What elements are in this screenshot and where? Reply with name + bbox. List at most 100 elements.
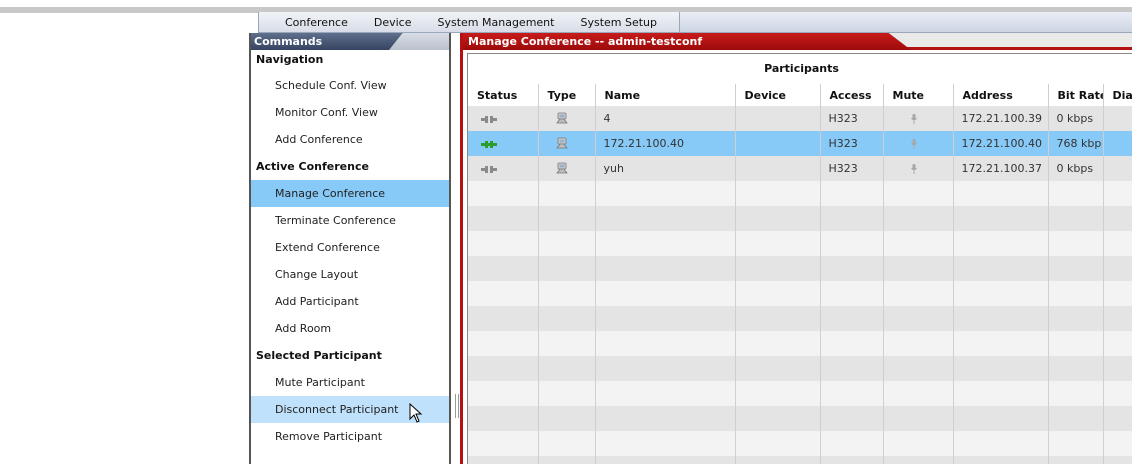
- empty-cell: [468, 356, 539, 381]
- empty-cell: [538, 456, 596, 464]
- col-status-header[interactable]: Status: [468, 84, 539, 106]
- empty-cell: [883, 381, 954, 406]
- table-row[interactable]: yuh H323 172.21.100.37 0 kbps: [468, 156, 1132, 181]
- cell-device: [735, 156, 821, 181]
- empty-table-row: [468, 331, 1132, 356]
- empty-cell: [595, 431, 736, 456]
- empty-cell: [468, 181, 539, 206]
- empty-cell: [820, 181, 884, 206]
- section-active-conference-title: Active Conference: [256, 160, 369, 173]
- empty-cell: [468, 306, 539, 331]
- cell-dial: [1103, 106, 1132, 131]
- empty-cell: [468, 256, 539, 281]
- empty-cell: [735, 306, 821, 331]
- mouse-cursor-icon: [409, 403, 423, 423]
- cell-access: H323: [820, 156, 884, 181]
- nav-mute-participant[interactable]: Mute Participant: [251, 369, 449, 396]
- nav-remove-participant[interactable]: Remove Participant: [251, 423, 449, 450]
- disconnected-plug-icon: [468, 156, 539, 181]
- empty-cell: [953, 206, 1049, 231]
- empty-cell: [468, 281, 539, 306]
- empty-cell: [595, 256, 736, 281]
- col-type-header[interactable]: Type: [538, 84, 596, 106]
- cell-name: yuh: [595, 156, 736, 181]
- empty-cell: [953, 356, 1049, 381]
- col-name-header[interactable]: Name: [595, 84, 736, 106]
- empty-cell: [735, 331, 821, 356]
- empty-cell: [468, 231, 539, 256]
- empty-cell: [735, 356, 821, 381]
- col-dial-header[interactable]: Dia: [1103, 84, 1132, 106]
- empty-cell: [1048, 231, 1104, 256]
- menu-device[interactable]: Device: [361, 16, 425, 29]
- empty-cell: [538, 331, 596, 356]
- empty-cell: [595, 306, 736, 331]
- empty-cell: [538, 231, 596, 256]
- panel-title-bar: Manage Conference -- admin-testconf: [463, 33, 1132, 50]
- empty-table-row: [468, 431, 1132, 456]
- empty-cell: [883, 231, 954, 256]
- endpoint-type-icon: [538, 131, 596, 156]
- nav-terminate-conference[interactable]: Terminate Conference: [251, 207, 449, 234]
- manage-conference-panel: Manage Conference -- admin-testconf Part…: [460, 33, 1132, 464]
- cell-bitrate: 0 kbps: [1048, 156, 1104, 181]
- empty-cell: [1048, 281, 1104, 306]
- empty-table-row: [468, 281, 1132, 306]
- nav-manage-conference[interactable]: Manage Conference: [251, 180, 449, 207]
- empty-cell: [953, 181, 1049, 206]
- empty-cell: [1103, 306, 1132, 331]
- col-access-header[interactable]: Access: [820, 84, 884, 106]
- empty-cell: [953, 306, 1049, 331]
- endpoint-type-icon: [538, 106, 596, 131]
- col-mute-header[interactable]: Mute: [883, 84, 954, 106]
- empty-cell: [735, 231, 821, 256]
- panel-splitter-handle[interactable]: [455, 394, 459, 418]
- nav-add-conference[interactable]: Add Conference: [251, 126, 449, 153]
- empty-cell: [735, 381, 821, 406]
- empty-cell: [883, 406, 954, 431]
- microphone-icon[interactable]: [883, 156, 954, 181]
- empty-cell: [883, 331, 954, 356]
- nav-add-room[interactable]: Add Room: [251, 315, 449, 342]
- grid-caption: Participants: [764, 62, 839, 75]
- cell-name: 4: [595, 106, 736, 131]
- empty-cell: [595, 381, 736, 406]
- empty-cell: [820, 406, 884, 431]
- empty-cell: [1103, 231, 1132, 256]
- cell-bitrate: 0 kbps: [1048, 106, 1104, 131]
- empty-cell: [538, 281, 596, 306]
- cell-name: 172.21.100.40: [595, 131, 736, 156]
- nav-monitor-conf-view[interactable]: Monitor Conf. View: [251, 99, 449, 126]
- empty-cell: [468, 431, 539, 456]
- nav-change-layout[interactable]: Change Layout: [251, 261, 449, 288]
- table-body: 4 H323 172.21.100.39 0 kbps 172.21.100.40 H32…: [468, 106, 1132, 464]
- nav-extend-conference[interactable]: Extend Conference: [251, 234, 449, 261]
- microphone-icon[interactable]: [883, 106, 954, 131]
- empty-cell: [820, 356, 884, 381]
- nav-schedule-conf-view[interactable]: Schedule Conf. View: [251, 72, 449, 99]
- col-device-header[interactable]: Device: [735, 84, 821, 106]
- empty-cell: [538, 256, 596, 281]
- empty-cell: [1103, 356, 1132, 381]
- empty-cell: [883, 356, 954, 381]
- empty-cell: [883, 206, 954, 231]
- nav-add-participant[interactable]: Add Participant: [251, 288, 449, 315]
- empty-table-row: [468, 456, 1132, 464]
- table-row[interactable]: 4 H323 172.21.100.39 0 kbps: [468, 106, 1132, 131]
- empty-cell: [1048, 206, 1104, 231]
- empty-cell: [953, 281, 1049, 306]
- empty-cell: [820, 456, 884, 464]
- cell-address: 172.21.100.39: [953, 106, 1049, 131]
- col-bitrate-header[interactable]: Bit Rate: [1048, 84, 1104, 106]
- table-row[interactable]: 172.21.100.40 H323 172.21.100.40 768 kbp: [468, 131, 1132, 156]
- nav-disconnect-participant[interactable]: Disconnect Participant: [251, 396, 449, 423]
- col-address-header[interactable]: Address: [953, 84, 1049, 106]
- empty-cell: [595, 206, 736, 231]
- empty-cell: [468, 331, 539, 356]
- empty-cell: [1048, 331, 1104, 356]
- microphone-icon[interactable]: [883, 131, 954, 156]
- empty-cell: [820, 331, 884, 356]
- menu-system-setup[interactable]: System Setup: [567, 16, 671, 29]
- menu-conference[interactable]: Conference: [259, 16, 361, 29]
- menu-system-management[interactable]: System Management: [424, 16, 567, 29]
